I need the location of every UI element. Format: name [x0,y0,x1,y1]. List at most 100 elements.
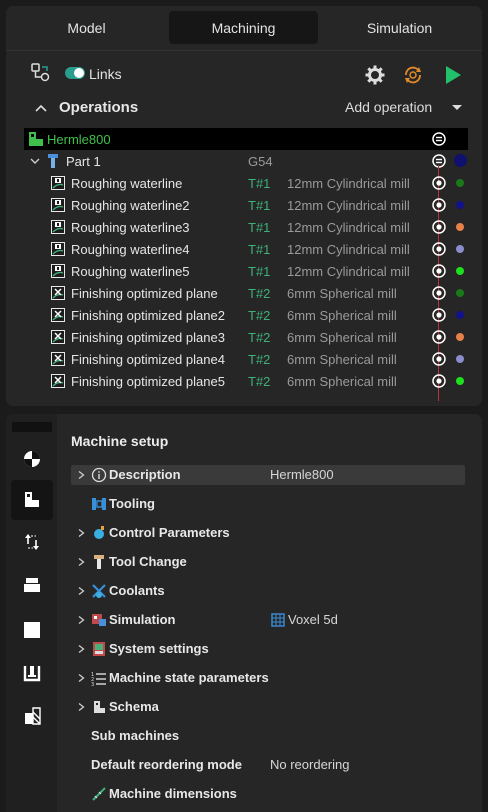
gear-icon[interactable] [364,64,386,86]
operation-color-dot[interactable] [456,179,464,187]
add-operation-button[interactable]: Add operation [345,99,432,115]
prop-value: Voxel 5d [288,612,338,627]
target-icon[interactable] [432,286,446,300]
prop-machine-state-parameters[interactable]: 1 2 3 Machine state parameters [71,668,465,688]
play-icon[interactable] [442,64,464,86]
operation-tool-desc: 12mm Cylindrical mill [287,220,410,235]
operation-row[interactable]: Roughing waterline2 T#1 12mm Cylindrical… [24,194,472,216]
operation-color-dot[interactable] [456,355,464,363]
operation-tool-desc: 6mm Spherical mill [287,330,397,345]
operation-color-dot[interactable] [456,333,464,341]
chevron-right-icon[interactable] [78,529,85,537]
operation-color-dot[interactable] [456,377,464,385]
operation-row[interactable]: Finishing optimized plane4 T#2 6mm Spher… [24,348,472,370]
operation-color-dot[interactable] [456,289,464,297]
prop-tooling[interactable]: Tooling [71,494,465,514]
target-icon[interactable] [432,374,446,388]
machine-row[interactable]: Hermle800 [24,128,468,150]
operation-row[interactable]: Finishing optimized plane5 T#2 6mm Spher… [24,370,472,392]
target-icon[interactable] [432,198,446,212]
operation-tool-desc: 12mm Cylindrical mill [287,242,410,257]
chevron-right-icon[interactable] [78,645,85,653]
collapse-all-icon[interactable] [432,132,446,146]
prop-default-reordering-mode[interactable]: Default reordering mode No reordering [71,755,465,775]
operation-color-dot[interactable] [456,245,464,253]
prop-system-settings[interactable]: System settings [71,639,465,659]
operation-row[interactable]: Roughing waterline4 T#1 12mm Cylindrical… [24,238,472,260]
system-settings-icon [93,642,105,656]
prop-machine-dimensions[interactable]: Machine dimensions [71,784,465,804]
prop-sub-machines[interactable]: Sub machines [71,726,465,746]
finishing-op-icon [51,308,65,322]
link-nodes-icon[interactable] [30,62,52,84]
prop-simulation[interactable]: Simulation Voxel 5d [71,610,465,630]
side-fixture-button[interactable] [11,654,53,694]
side-part-button[interactable] [11,696,53,736]
side-block-button[interactable] [11,610,53,650]
operations-header: Operations Add operation [6,94,482,122]
tab-divider [6,50,482,51]
prop-description[interactable]: Description Hermle800 [71,465,465,485]
operation-row[interactable]: Roughing waterline T#1 12mm Cylindrical … [24,172,472,194]
links-toggle[interactable] [65,67,85,79]
finishing-op-icon [51,352,65,366]
chevron-right-icon[interactable] [78,616,85,624]
operation-name: Roughing waterline5 [71,264,190,279]
prop-control-parameters[interactable]: Control Parameters [71,523,465,543]
tab-machining[interactable]: Machining [169,11,318,44]
operation-name: Roughing waterline4 [71,242,190,257]
tab-bar: Model Machining Simulation [6,6,482,50]
operation-tool: T#1 [248,176,271,191]
part-color-dot[interactable] [454,154,467,167]
target-icon[interactable] [432,264,446,278]
target-icon[interactable] [432,330,446,344]
chevron-right-icon[interactable] [78,558,85,566]
operation-color-dot[interactable] [456,267,464,275]
machine-icon [25,492,39,507]
operation-color-dot[interactable] [456,223,464,231]
side-origin-button[interactable] [11,439,53,479]
prop-coolants[interactable]: Coolants [71,581,465,601]
chevron-right-icon[interactable] [78,587,85,595]
operation-name: Finishing optimized plane [71,286,218,301]
target-icon[interactable] [432,220,446,234]
prop-schema[interactable]: Schema [71,697,465,717]
tab-model[interactable]: Model [12,11,161,44]
operation-tool: T#2 [248,286,271,301]
operation-row[interactable]: Roughing waterline3 T#1 12mm Cylindrical… [24,216,472,238]
operation-color-dot[interactable] [456,311,464,319]
add-operation-dropdown-icon[interactable] [452,105,462,110]
chevron-up-icon[interactable] [34,101,48,115]
side-tool-axis-button[interactable] [11,522,53,562]
operation-name: Finishing optimized plane4 [71,352,225,367]
recalculate-icon[interactable] [402,64,424,86]
collapse-icon[interactable] [432,154,446,168]
chevron-right-icon[interactable] [78,471,85,479]
operation-tool: T#2 [248,374,271,389]
side-stock-button[interactable] [11,565,53,605]
chevron-right-icon[interactable] [78,703,85,711]
operation-row[interactable]: Finishing optimized plane3 T#2 6mm Spher… [24,326,472,348]
prop-label: Tooling [109,496,155,511]
target-icon[interactable] [432,242,446,256]
side-grip[interactable] [12,422,52,432]
target-icon[interactable] [432,308,446,322]
target-icon[interactable] [432,352,446,366]
operation-tool-desc: 12mm Cylindrical mill [287,176,410,191]
roughing-op-icon [51,198,65,212]
chevron-down-icon[interactable] [30,157,40,165]
operation-name: Roughing waterline3 [71,220,190,235]
operations-title: Operations [59,99,139,116]
operation-row[interactable]: Finishing optimized plane T#2 6mm Spheri… [24,282,472,304]
chevron-right-icon[interactable] [78,674,85,682]
tab-simulation[interactable]: Simulation [325,11,474,44]
operation-row[interactable]: Roughing waterline5 T#1 12mm Cylindrical… [24,260,472,282]
roughing-op-icon [51,220,65,234]
part-row[interactable]: Part 1 G54 [24,150,472,172]
operation-row[interactable]: Finishing optimized plane2 T#2 6mm Spher… [24,304,472,326]
side-machine-button[interactable] [11,480,53,520]
target-icon[interactable] [432,176,446,190]
operation-color-dot[interactable] [456,201,464,209]
operation-tool-desc: 12mm Cylindrical mill [287,198,410,213]
prop-tool-change[interactable]: Tool Change [71,552,465,572]
